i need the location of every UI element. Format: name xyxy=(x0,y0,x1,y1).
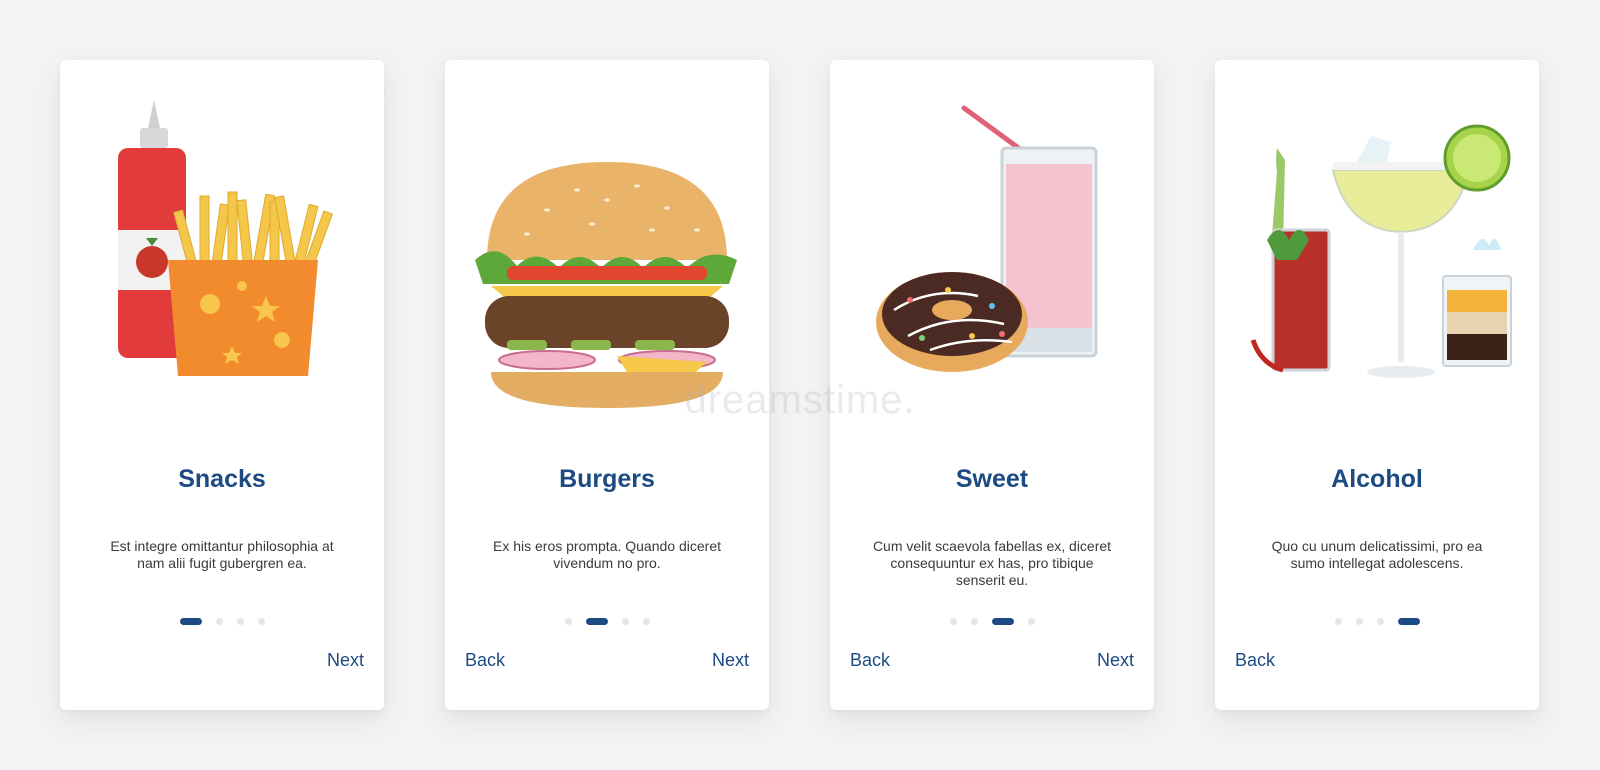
back-button[interactable]: Back xyxy=(850,650,890,671)
page-indicator xyxy=(60,618,384,625)
card-title: Burgers xyxy=(559,465,655,493)
ketchup-fries-icon xyxy=(82,100,362,450)
card-description: Est integre omittantur philosophia at na… xyxy=(110,538,334,571)
card-description: Ex his eros prompta. Quando diceret vive… xyxy=(492,538,721,571)
page-dot xyxy=(564,618,572,625)
onboarding-card-sweet: Sweet Cum velit scaevola fabellas ex, di… xyxy=(830,60,1154,710)
page-dot xyxy=(621,618,629,625)
page-dot xyxy=(1355,618,1363,625)
burger-icon xyxy=(467,100,747,450)
onboarding-card-snacks: Snacks Est integre omittantur philosophi… xyxy=(60,60,384,710)
next-button[interactable]: Next xyxy=(1097,650,1134,671)
page-dot-active xyxy=(991,618,1014,625)
card-description: Quo cu unum delicatissimi, pro ea sumo i… xyxy=(1271,538,1483,571)
page-indicator xyxy=(445,618,769,625)
onboarding-card-burgers: Burgers Ex his eros prompta. Quando dice… xyxy=(445,60,769,710)
page-dot-active xyxy=(585,618,608,625)
page-indicator xyxy=(830,618,1154,625)
next-button[interactable]: Next xyxy=(327,650,364,671)
next-button[interactable]: Next xyxy=(712,650,749,671)
page-dot xyxy=(642,618,650,625)
onboarding-card-alcohol: Alcohol Quo cu unum delicatissimi, pro e… xyxy=(1215,60,1539,710)
page-dot xyxy=(236,618,244,625)
page-dot xyxy=(970,618,978,625)
page-indicator xyxy=(1215,618,1539,625)
page-dot xyxy=(1334,618,1342,625)
page-dot xyxy=(215,618,223,625)
page-dot-active xyxy=(1397,618,1420,625)
back-button[interactable]: Back xyxy=(1235,650,1275,671)
page-dot xyxy=(949,618,957,625)
page-dot xyxy=(1376,618,1384,625)
back-button[interactable]: Back xyxy=(465,650,505,671)
page-dot xyxy=(257,618,265,625)
page-dot xyxy=(1027,618,1035,625)
donut-milkshake-icon xyxy=(852,100,1132,450)
page-dot-active xyxy=(179,618,202,625)
cocktails-icon xyxy=(1237,100,1517,450)
card-title: Sweet xyxy=(955,465,1029,493)
card-title: Alcohol xyxy=(1331,465,1423,493)
card-title: Snacks xyxy=(178,465,266,493)
card-description: Cum velit scaevola fabellas ex, diceret … xyxy=(872,538,1112,588)
